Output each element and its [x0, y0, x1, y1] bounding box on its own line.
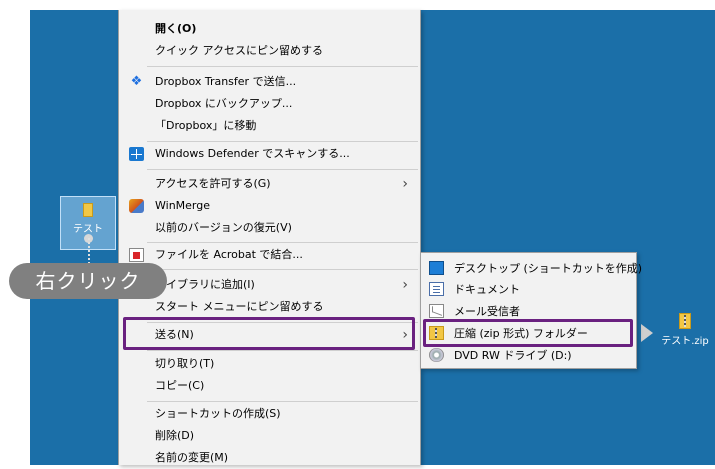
menu-item-grant-access[interactable]: アクセスを許可する(G) › [119, 173, 420, 195]
zip-file-label: テスト.zip [661, 336, 709, 347]
menu-item-rename[interactable]: 名前の変更(M) [119, 447, 420, 469]
folder-icon [83, 203, 93, 217]
menu-item-delete[interactable]: 削除(D) [119, 425, 420, 447]
send-to-highlight [123, 317, 415, 350]
dvd-drive-icon [429, 348, 444, 362]
winmerge-icon [129, 199, 144, 213]
submenu-item-dvd[interactable]: DVD RW ドライブ (D:) [421, 345, 636, 366]
dropbox-icon: ❖ [130, 74, 143, 89]
submenu-item-documents[interactable]: ドキュメント [421, 279, 636, 300]
zip-file[interactable]: テスト.zip [656, 309, 714, 363]
menu-item-winmerge[interactable]: WinMerge [119, 195, 420, 217]
send-to-submenu: デスクトップ (ショートカットを作成) ドキュメント メール受信者 圧縮 (zi… [420, 252, 642, 369]
result-arrow-icon [641, 324, 653, 342]
acrobat-icon [129, 248, 144, 262]
menu-item-restore-versions[interactable]: 以前のバージョンの復元(V) [119, 217, 420, 239]
menu-item-create-shortcut[interactable]: ショートカットの作成(S) [119, 403, 420, 425]
menu-separator [147, 401, 418, 402]
chevron-right-icon: › [402, 277, 408, 293]
desktop-icon [429, 261, 444, 275]
defender-icon [129, 147, 144, 161]
menu-separator [147, 242, 418, 243]
right-click-callout: 右クリック [9, 263, 167, 299]
menu-item-dropbox-transfer[interactable]: ❖ Dropbox Transfer で送信... [119, 71, 420, 93]
menu-item-cut[interactable]: 切り取り(T) [119, 353, 420, 375]
menu-item-pin-quick-access[interactable]: クイック アクセスにピン留めする [119, 40, 420, 62]
menu-separator [147, 66, 418, 67]
menu-separator [147, 141, 418, 142]
menu-item-dropbox-backup[interactable]: Dropbox にバックアップ... [119, 93, 420, 115]
context-menu: 開く(O) クイック アクセスにピン留めする ❖ Dropbox Transfe… [118, 10, 421, 465]
zip-highlight [423, 319, 633, 347]
mail-icon [429, 304, 444, 318]
menu-separator [147, 269, 418, 270]
menu-item-copy[interactable]: コピー(C) [119, 375, 420, 397]
menu-item-open[interactable]: 開く(O) [119, 18, 420, 40]
document-icon [429, 282, 444, 296]
menu-separator [147, 350, 418, 351]
menu-item-pin-start[interactable]: スタート メニューにピン留めする [119, 296, 420, 318]
chevron-right-icon: › [402, 176, 408, 192]
submenu-item-desktop[interactable]: デスクトップ (ショートカットを作成) [421, 258, 642, 279]
menu-item-defender-scan[interactable]: Windows Defender でスキャンする... [119, 143, 420, 165]
menu-item-acrobat-combine[interactable]: ファイルを Acrobat で結合... [119, 244, 420, 266]
zip-folder-icon [679, 313, 691, 329]
menu-item-dropbox-move[interactable]: 「Dropbox」に移動 [119, 115, 420, 137]
menu-separator [147, 169, 418, 170]
